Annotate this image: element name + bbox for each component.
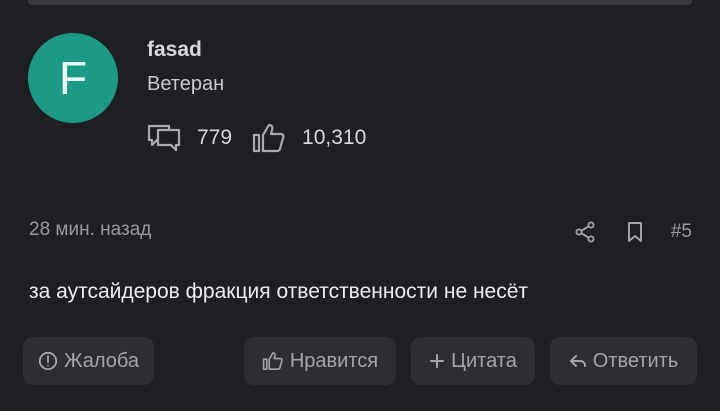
- messages-count: 779: [197, 126, 233, 149]
- quote-label: Цитата: [451, 349, 517, 372]
- share-icon[interactable]: [571, 218, 599, 246]
- thumbs-up-icon: [252, 121, 286, 155]
- avatar[interactable]: F: [28, 33, 118, 123]
- reply-button[interactable]: Ответить: [550, 337, 697, 385]
- report-button[interactable]: Жалоба: [23, 337, 154, 385]
- avatar-letter: F: [58, 52, 88, 104]
- likes-count: 10,310: [302, 126, 367, 149]
- like-button[interactable]: Нравится: [244, 337, 396, 385]
- post-actions: #5: [549, 218, 692, 246]
- messages-icon: [147, 121, 181, 155]
- reply-arrow-icon: [569, 353, 587, 369]
- top-divider: [28, 0, 692, 5]
- thumbs-up-icon: [262, 351, 284, 371]
- report-label: Жалоба: [64, 349, 139, 372]
- post-time[interactable]: 28 мин. назад: [29, 219, 151, 241]
- username[interactable]: fasad: [147, 38, 202, 62]
- reply-label: Ответить: [592, 349, 679, 372]
- post-content: за аутсайдеров фракция ответственности н…: [29, 280, 529, 303]
- like-label: Нравится: [289, 349, 379, 372]
- plus-icon: [429, 353, 445, 369]
- user-stats: 779 10,310: [147, 120, 386, 156]
- bookmark-icon[interactable]: [621, 218, 649, 246]
- post-number[interactable]: #5: [671, 221, 692, 243]
- alert-circle-icon: [38, 351, 58, 371]
- user-rank: Ветеран: [147, 73, 225, 95]
- quote-button[interactable]: Цитата: [411, 337, 535, 385]
